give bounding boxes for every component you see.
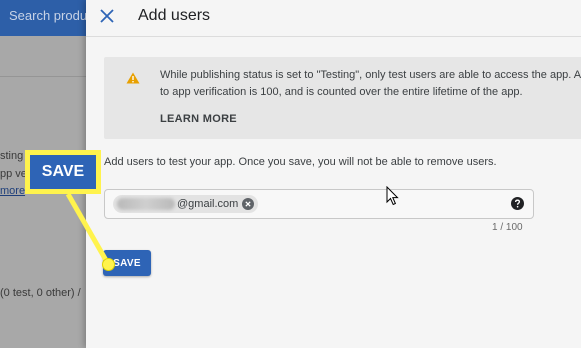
learn-more-link[interactable]: LEARN MORE: [160, 113, 237, 125]
background-user-count: (0 test, 0 other) /: [0, 287, 81, 299]
warning-icon: [126, 72, 140, 84]
alert-message: While publishing status is set to "Testi…: [160, 67, 581, 101]
redacted-email-username: [117, 198, 175, 210]
user-chip: @gmail.com: [113, 195, 259, 213]
background-search-input: Search produ: [9, 8, 88, 23]
mouse-cursor-icon: [386, 186, 399, 206]
chip-remove-icon[interactable]: [242, 198, 255, 210]
add-users-panel: Add users While publishing status is set…: [86, 0, 581, 348]
user-email-input[interactable]: @gmail.com: [104, 189, 534, 219]
user-chip-email: @gmail.com: [177, 198, 239, 210]
testing-status-alert: While publishing status is set to "Testi…: [104, 57, 581, 139]
save-callout: SAVE: [25, 150, 101, 194]
alert-line-1: While publishing status is set to "Testi…: [160, 69, 581, 81]
panel-title: Add users: [138, 7, 211, 24]
callout-dot: [102, 258, 115, 271]
help-icon[interactable]: [511, 197, 524, 210]
user-count-indicator: 1 / 100: [492, 222, 523, 233]
alert-line-2: to app verification is 100, and is count…: [160, 86, 523, 98]
add-users-instructions: Add users to test your app. Once you sav…: [104, 156, 497, 168]
background-text-1: sting: [0, 150, 24, 162]
save-callout-label: SAVE: [30, 155, 96, 189]
background-link-more: more: [0, 185, 26, 197]
background-text-2: pp ve: [0, 168, 27, 180]
close-icon[interactable]: [100, 9, 114, 23]
panel-header: Add users: [86, 0, 581, 37]
background-divider: [0, 76, 86, 77]
